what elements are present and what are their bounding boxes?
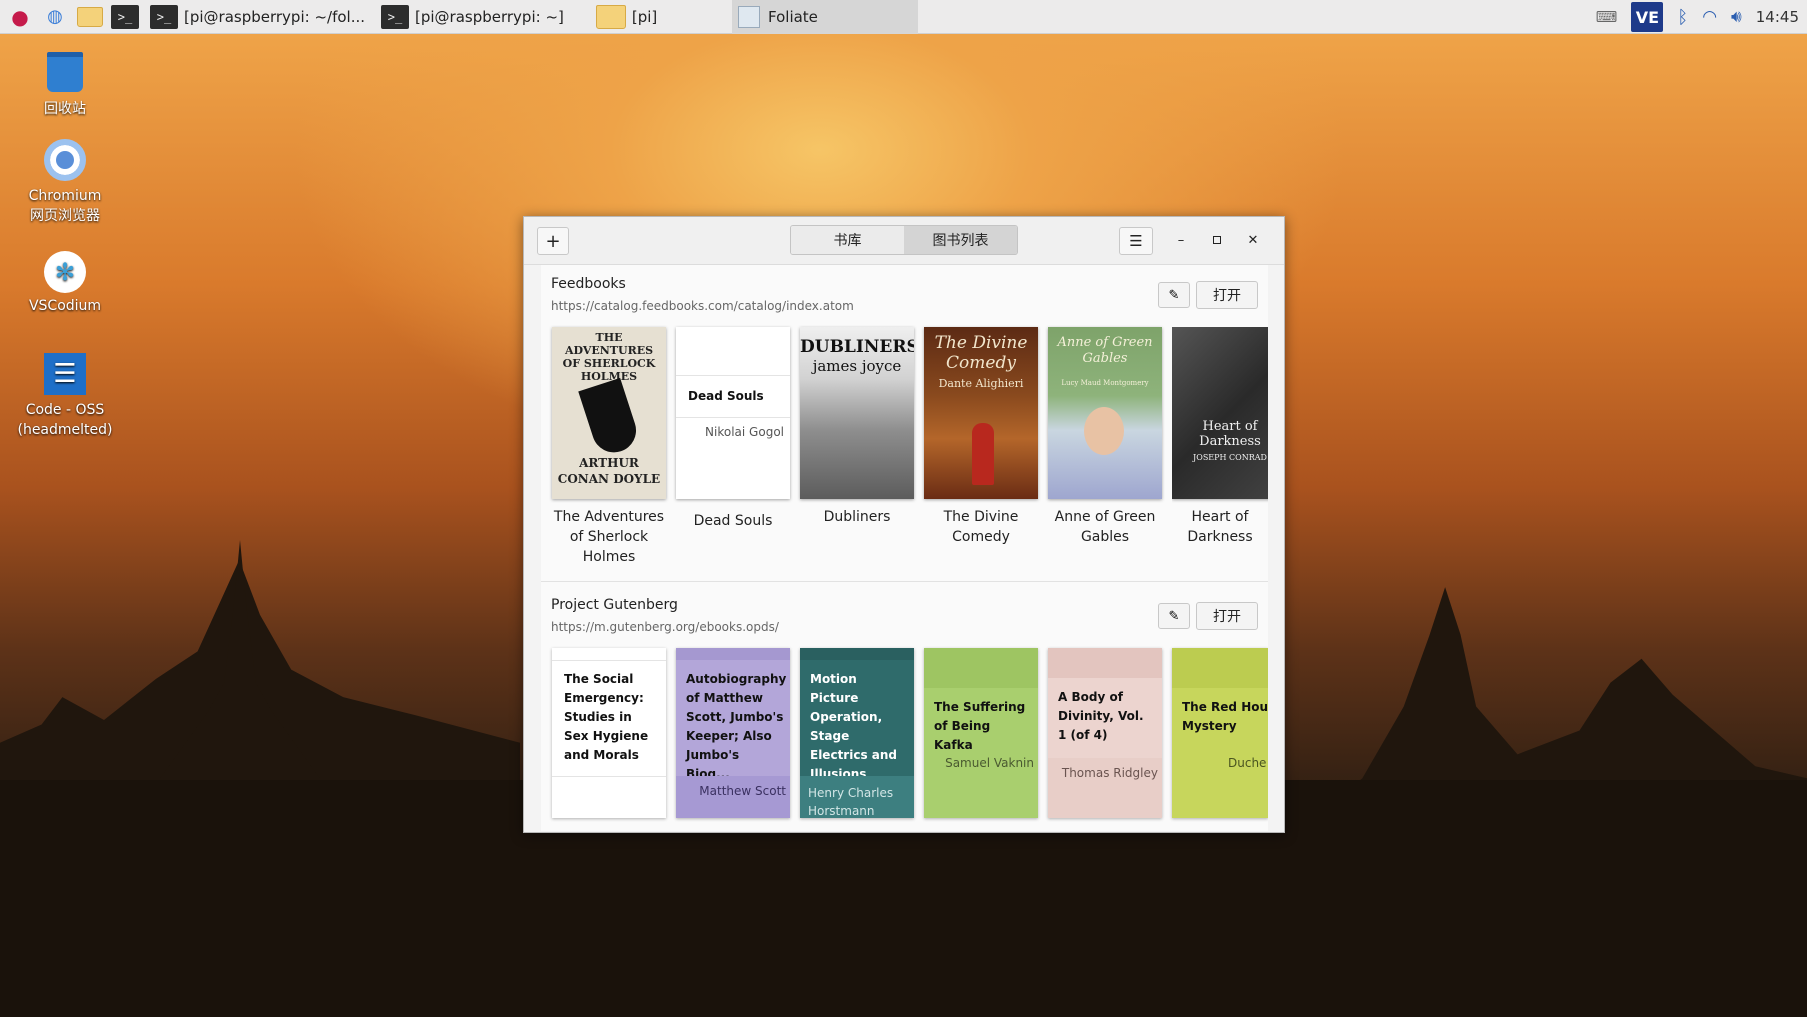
chromium-icon bbox=[43, 138, 87, 182]
book-author: Duche bbox=[1228, 756, 1267, 770]
book-cover: Heart of Darkness JOSEPH CONRAD bbox=[1172, 327, 1268, 499]
foliate-app-icon bbox=[738, 6, 760, 28]
book-kafka[interactable]: The Suffering of Being Kafka Samuel Vakn… bbox=[924, 648, 1038, 818]
catalog-gutenberg: Project Gutenberg https://m.gutenberg.or… bbox=[541, 585, 1268, 831]
edit-catalog-button[interactable]: ✎ bbox=[1158, 603, 1190, 629]
catalog-list: Feedbooks https://catalog.feedbooks.com/… bbox=[541, 265, 1268, 831]
system-tray: ⌨ VE ᛒ ◠ 🔊︎ 14:45 bbox=[1596, 0, 1799, 34]
book-title: The Divine Comedy bbox=[943, 509, 1019, 545]
book-author: Matthew Scott bbox=[699, 784, 786, 798]
catalog-title[interactable]: Project Gutenberg bbox=[551, 597, 678, 613]
book-title: Anne of Green Gables bbox=[1054, 509, 1156, 545]
catalog-title[interactable]: Feedbooks bbox=[551, 276, 626, 292]
wifi-icon[interactable]: ◠ bbox=[1702, 7, 1717, 27]
close-icon: ✕ bbox=[1247, 232, 1259, 248]
book-cover: DUBLINERS james joyce bbox=[800, 327, 914, 499]
book-title: The Red House Mystery bbox=[1182, 700, 1268, 733]
task-file-manager[interactable]: [pi] bbox=[590, 2, 663, 32]
book-author: Henry Charles Horstmann and... bbox=[808, 786, 894, 818]
plus-icon: + bbox=[545, 230, 561, 252]
book-divine-comedy[interactable]: The Divine Comedy Dante Alighieri The Di… bbox=[924, 327, 1038, 547]
book-title: The Social Emergency: Studies in Sex Hyg… bbox=[564, 672, 649, 762]
minimize-button[interactable]: – bbox=[1170, 229, 1192, 251]
task-terminal-home[interactable]: >_ [pi@raspberrypi: ~] bbox=[375, 2, 570, 32]
keyboard-icon[interactable]: ⌨ bbox=[1596, 8, 1618, 26]
catalog-url: https://m.gutenberg.org/ebooks.opds/ bbox=[551, 620, 779, 634]
task-foliate[interactable]: Foliate bbox=[732, 0, 918, 34]
folder-icon bbox=[595, 4, 626, 29]
book-cover: THE ADVENTURES OF SHERLOCK HOLMES ARTHUR… bbox=[552, 327, 666, 499]
vscodium-icon: ✻ bbox=[43, 250, 87, 294]
taskbar: ● ◍ >_ >_ [pi@raspberrypi: ~/fol... >_ [pi… bbox=[0, 0, 1807, 34]
add-catalog-button[interactable]: + bbox=[537, 227, 569, 255]
book-anne-green-gables[interactable]: Anne of Green Gables Lucy Maud Montgomer… bbox=[1048, 327, 1162, 547]
volume-icon[interactable]: 🔊︎ bbox=[1731, 7, 1742, 27]
book-title: Heart of Darkness bbox=[1187, 509, 1253, 545]
file-manager-icon[interactable] bbox=[75, 3, 105, 31]
pencil-icon: ✎ bbox=[1168, 608, 1180, 624]
catalog-url: https://catalog.feedbooks.com/catalog/in… bbox=[551, 299, 854, 313]
book-title: Autobiography of Matthew Scott, Jumbo's … bbox=[686, 672, 787, 781]
book-social-emergency[interactable]: The Social Emergency: Studies in Sex Hyg… bbox=[552, 648, 666, 818]
view-switcher: 书库 图书列表 bbox=[790, 225, 1018, 255]
book-author: Samuel Vaknin bbox=[945, 756, 1034, 770]
hamburger-icon: ☰ bbox=[1129, 232, 1143, 250]
desktop-icon-trash[interactable]: 回收站 bbox=[10, 50, 120, 118]
book-heart-of-darkness[interactable]: Heart of Darkness JOSEPH CONRAD Heart of… bbox=[1172, 327, 1268, 547]
tab-library[interactable]: 书库 bbox=[791, 226, 904, 254]
clock[interactable]: 14:45 bbox=[1756, 8, 1799, 26]
open-catalog-button[interactable]: 打开 bbox=[1196, 281, 1258, 309]
desktop-icon-code-oss[interactable]: ☰ Code - OSS (headmelted) bbox=[10, 352, 120, 440]
vnc-icon[interactable]: VE bbox=[1631, 2, 1664, 32]
terminal-launcher-icon[interactable]: >_ bbox=[110, 3, 140, 31]
book-body-of-divinity[interactable]: A Body of Divinity, Vol. 1 (of 4) Thomas… bbox=[1048, 648, 1162, 818]
terminal-icon: >_ bbox=[381, 4, 409, 29]
book-motion-picture[interactable]: Motion Picture Operation, Stage Electric… bbox=[800, 648, 914, 818]
edit-catalog-button[interactable]: ✎ bbox=[1158, 282, 1190, 308]
book-red-house-mystery[interactable]: The Red House Mystery Duche bbox=[1172, 648, 1268, 818]
desktop-icon-vscodium[interactable]: ✻ VSCodium bbox=[10, 250, 120, 314]
book-title: Dead Souls bbox=[693, 513, 773, 529]
main-menu-button[interactable]: ☰ bbox=[1119, 227, 1153, 255]
bluetooth-icon[interactable]: ᛒ bbox=[1677, 7, 1688, 28]
book-sherlock-holmes[interactable]: THE ADVENTURES OF SHERLOCK HOLMES ARTHUR… bbox=[552, 327, 666, 567]
terminal-icon: >_ bbox=[150, 4, 178, 29]
foliate-window: + 书库 图书列表 ☰ – ✕ Feedbooks https://catalo… bbox=[523, 216, 1285, 833]
close-button[interactable]: ✕ bbox=[1242, 229, 1264, 251]
catalog-feedbooks: Feedbooks https://catalog.feedbooks.com/… bbox=[541, 265, 1268, 585]
pencil-icon: ✎ bbox=[1168, 287, 1180, 303]
trash-icon bbox=[43, 50, 87, 94]
code-oss-icon: ☰ bbox=[43, 352, 87, 396]
book-cover: Anne of Green Gables Lucy Maud Montgomer… bbox=[1048, 327, 1162, 499]
open-catalog-button[interactable]: 打开 bbox=[1196, 602, 1258, 630]
book-dead-souls[interactable]: Dead Souls Nikolai Gogol Dead Souls bbox=[676, 327, 790, 531]
book-title: Motion Picture Operation, Stage Electric… bbox=[810, 672, 897, 781]
maximize-button[interactable] bbox=[1206, 229, 1228, 251]
book-author: Thomas Ridgley bbox=[1061, 766, 1158, 780]
desktop-icon-chromium[interactable]: Chromium 网页浏览器 bbox=[10, 138, 120, 226]
book-title: Dubliners bbox=[823, 509, 891, 525]
pipe-icon bbox=[578, 377, 642, 459]
window-titlebar: + 书库 图书列表 ☰ – ✕ bbox=[524, 217, 1284, 265]
minimize-icon: – bbox=[1177, 232, 1185, 248]
book-title: The Adventures of Sherlock Holmes bbox=[553, 509, 665, 565]
raspberry-menu-icon[interactable]: ● bbox=[5, 3, 35, 31]
maximize-icon bbox=[1213, 236, 1221, 244]
section-divider bbox=[541, 581, 1268, 582]
tab-catalogs[interactable]: 图书列表 bbox=[904, 226, 1017, 254]
book-cover: The Divine Comedy Dante Alighieri bbox=[924, 327, 1038, 499]
book-title: The Suffering of Being Kafka bbox=[934, 700, 1026, 752]
book-title: A Body of Divinity, Vol. 1 (of 4) bbox=[1058, 690, 1144, 742]
task-terminal-foliate[interactable]: >_ [pi@raspberrypi: ~/fol... bbox=[144, 2, 371, 32]
web-browser-icon[interactable]: ◍ bbox=[40, 3, 70, 31]
book-matthew-scott[interactable]: Autobiography of Matthew Scott, Jumbo's … bbox=[676, 648, 790, 818]
book-cover: Dead Souls Nikolai Gogol bbox=[676, 327, 790, 499]
book-dubliners[interactable]: DUBLINERS james joyce Dubliners bbox=[800, 327, 914, 527]
